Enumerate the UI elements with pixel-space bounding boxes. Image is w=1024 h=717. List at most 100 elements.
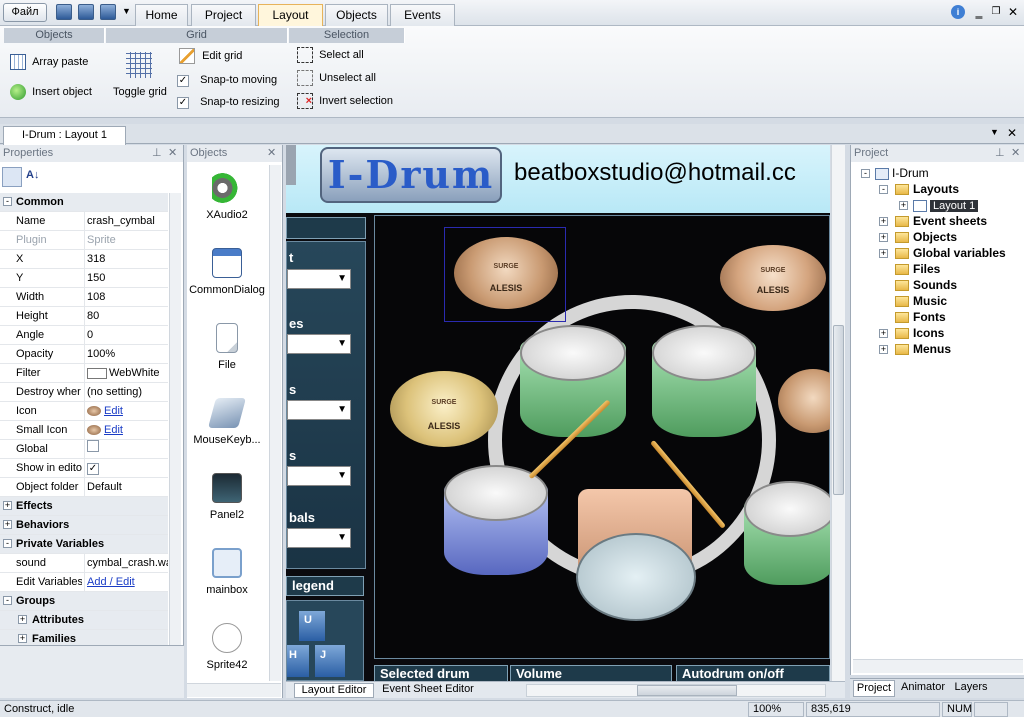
snap-moving-toggle[interactable]: ✓ Snap-to moving	[177, 74, 277, 87]
layout-editor-tab[interactable]: Layout Editor	[294, 683, 374, 698]
control-select-5[interactable]: ▼	[287, 528, 351, 548]
tree-layout-1[interactable]: Layout 1	[913, 198, 979, 212]
property-row[interactable]: X 318	[0, 250, 168, 269]
doc-close-icon[interactable]: ✕	[1007, 126, 1017, 140]
property-row[interactable]: Edit Variables Add / Edit	[0, 573, 168, 592]
tab-layout[interactable]: Layout	[258, 4, 323, 27]
tree-node[interactable]: Icons	[895, 326, 944, 340]
objects-scrollbar[interactable]	[269, 165, 281, 681]
expand-icon[interactable]: +	[18, 615, 27, 624]
objects-close-icon[interactable]: ✕	[267, 145, 276, 162]
control-select-2[interactable]: ▼	[287, 334, 351, 354]
property-row[interactable]: Height 80	[0, 307, 168, 326]
tree-layouts[interactable]: Layouts	[895, 182, 959, 196]
expand-layout-1[interactable]: +	[899, 201, 908, 210]
unselect-all-button[interactable]: Unselect all	[297, 70, 376, 86]
project-hscrollbar[interactable]	[853, 659, 1023, 673]
select-all-button[interactable]: Select all	[297, 47, 364, 63]
collapse-icon[interactable]: -	[3, 539, 12, 548]
tree-node[interactable]: Fonts	[895, 310, 946, 324]
control-select-4[interactable]: ▼	[287, 466, 351, 486]
restore-icon[interactable]: ❐	[989, 5, 1003, 19]
snap-resizing-checkbox[interactable]: ✓	[177, 97, 189, 109]
expand-icon[interactable]: +	[879, 345, 888, 354]
expand-icon[interactable]: +	[18, 634, 27, 643]
tree-node[interactable]: Music	[895, 294, 947, 308]
animator-tab[interactable]: Animator	[898, 680, 948, 697]
project-tab[interactable]: Project	[853, 680, 895, 697]
layers-tab[interactable]: Layers	[951, 680, 991, 697]
toggle-grid-button[interactable]: Toggle grid	[113, 86, 167, 98]
minimize-icon[interactable]: ‗	[972, 5, 986, 19]
property-row[interactable]: Small Icon Edit	[0, 421, 168, 440]
tab-project[interactable]: Project	[191, 4, 256, 26]
tree-node[interactable]: Menus	[895, 342, 951, 356]
object-item[interactable]: mainbox	[187, 548, 267, 596]
tab-events[interactable]: Events	[390, 4, 455, 26]
property-value[interactable]: cymbal_crash.wa	[84, 554, 168, 572]
property-section[interactable]: + Effects	[0, 497, 168, 516]
object-item[interactable]: CommonDialog	[187, 248, 267, 296]
property-section[interactable]: - Groups	[0, 592, 168, 611]
pin-icon[interactable]: ⊥	[152, 145, 162, 162]
expand-icon[interactable]: +	[879, 233, 888, 242]
property-row[interactable]: Width 108	[0, 288, 168, 307]
object-item[interactable]: Panel2	[187, 473, 267, 521]
object-item[interactable]: XAudio2	[187, 173, 267, 221]
property-value[interactable]	[84, 440, 168, 458]
color-swatch[interactable]	[87, 367, 107, 379]
control-select-1[interactable]: ▼	[287, 269, 351, 289]
expand-icon[interactable]: +	[879, 329, 888, 338]
tab-objects[interactable]: Objects	[325, 4, 388, 26]
hihat-cymbal[interactable]: SURGE ALESIS	[390, 371, 498, 447]
properties-close-icon[interactable]: ✕	[168, 145, 177, 162]
control-select-3[interactable]: ▼	[287, 400, 351, 420]
snap-moving-checkbox[interactable]: ✓	[177, 75, 189, 87]
property-value[interactable]: 150	[84, 269, 168, 287]
project-close-icon[interactable]: ✕	[1011, 145, 1020, 162]
sort-az-icon[interactable]: A↓	[26, 169, 39, 181]
canvas-vscrollbar[interactable]	[831, 145, 845, 681]
snap-resizing-toggle[interactable]: ✓ Snap-to resizing	[177, 96, 280, 109]
property-row[interactable]: Plugin Sprite	[0, 231, 168, 250]
canvas-hscrollbar[interactable]	[526, 684, 826, 697]
property-section[interactable]: - Private Variables	[0, 535, 168, 554]
property-value[interactable]: Add / Edit	[84, 573, 168, 591]
tab-home[interactable]: Home	[135, 4, 188, 26]
doc-dropdown-icon[interactable]: ▼	[990, 127, 999, 137]
property-link[interactable]: Edit	[104, 424, 123, 436]
insert-object-button[interactable]: Insert object	[10, 84, 92, 100]
expand-icon[interactable]: +	[3, 520, 12, 529]
property-section[interactable]: + Attributes	[0, 611, 168, 630]
file-menu-button[interactable]: Файл	[3, 3, 47, 22]
invert-selection-button[interactable]: × Invert selection	[297, 93, 393, 109]
monitor-run-icon[interactable]	[100, 4, 116, 20]
canvas-vscroll-thumb[interactable]	[833, 325, 844, 495]
property-row[interactable]: Opacity 100%	[0, 345, 168, 364]
property-checkbox[interactable]: ✓	[87, 463, 99, 475]
property-value[interactable]: (no setting)	[84, 383, 168, 401]
tree-node[interactable]: Sounds	[895, 278, 957, 292]
project-pin-icon[interactable]: ⊥	[995, 145, 1005, 162]
property-value[interactable]: crash_cymbal	[84, 212, 168, 230]
event-sheet-editor-tab[interactable]: Event Sheet Editor	[378, 683, 478, 698]
property-row[interactable]: Filter WebWhite	[0, 364, 168, 383]
collapse-icon[interactable]: -	[3, 596, 12, 605]
property-section[interactable]: + Behaviors	[0, 516, 168, 535]
property-row[interactable]: Icon Edit	[0, 402, 168, 421]
property-value[interactable]: 80	[84, 307, 168, 325]
qat-dropdown-icon[interactable]: ▼	[122, 6, 131, 16]
property-row[interactable]: Name crash_cymbal	[0, 212, 168, 231]
object-item[interactable]: Sprite42	[187, 623, 267, 671]
expand-layouts[interactable]: -	[879, 185, 888, 194]
save-icon[interactable]	[56, 4, 72, 20]
property-link[interactable]: Edit	[104, 405, 123, 417]
tree-node[interactable]: Objects	[895, 230, 957, 244]
property-value[interactable]: Sprite	[84, 231, 168, 249]
property-row[interactable]: Y 150	[0, 269, 168, 288]
property-checkbox[interactable]	[87, 440, 99, 452]
tree-node[interactable]: Files	[895, 262, 940, 276]
property-value[interactable]: WebWhite	[84, 364, 168, 382]
help-icon[interactable]: i	[951, 5, 965, 19]
layout-canvas[interactable]: I-Drum beatboxstudio@hotmail.cc t ▼ es ▼…	[286, 145, 830, 681]
